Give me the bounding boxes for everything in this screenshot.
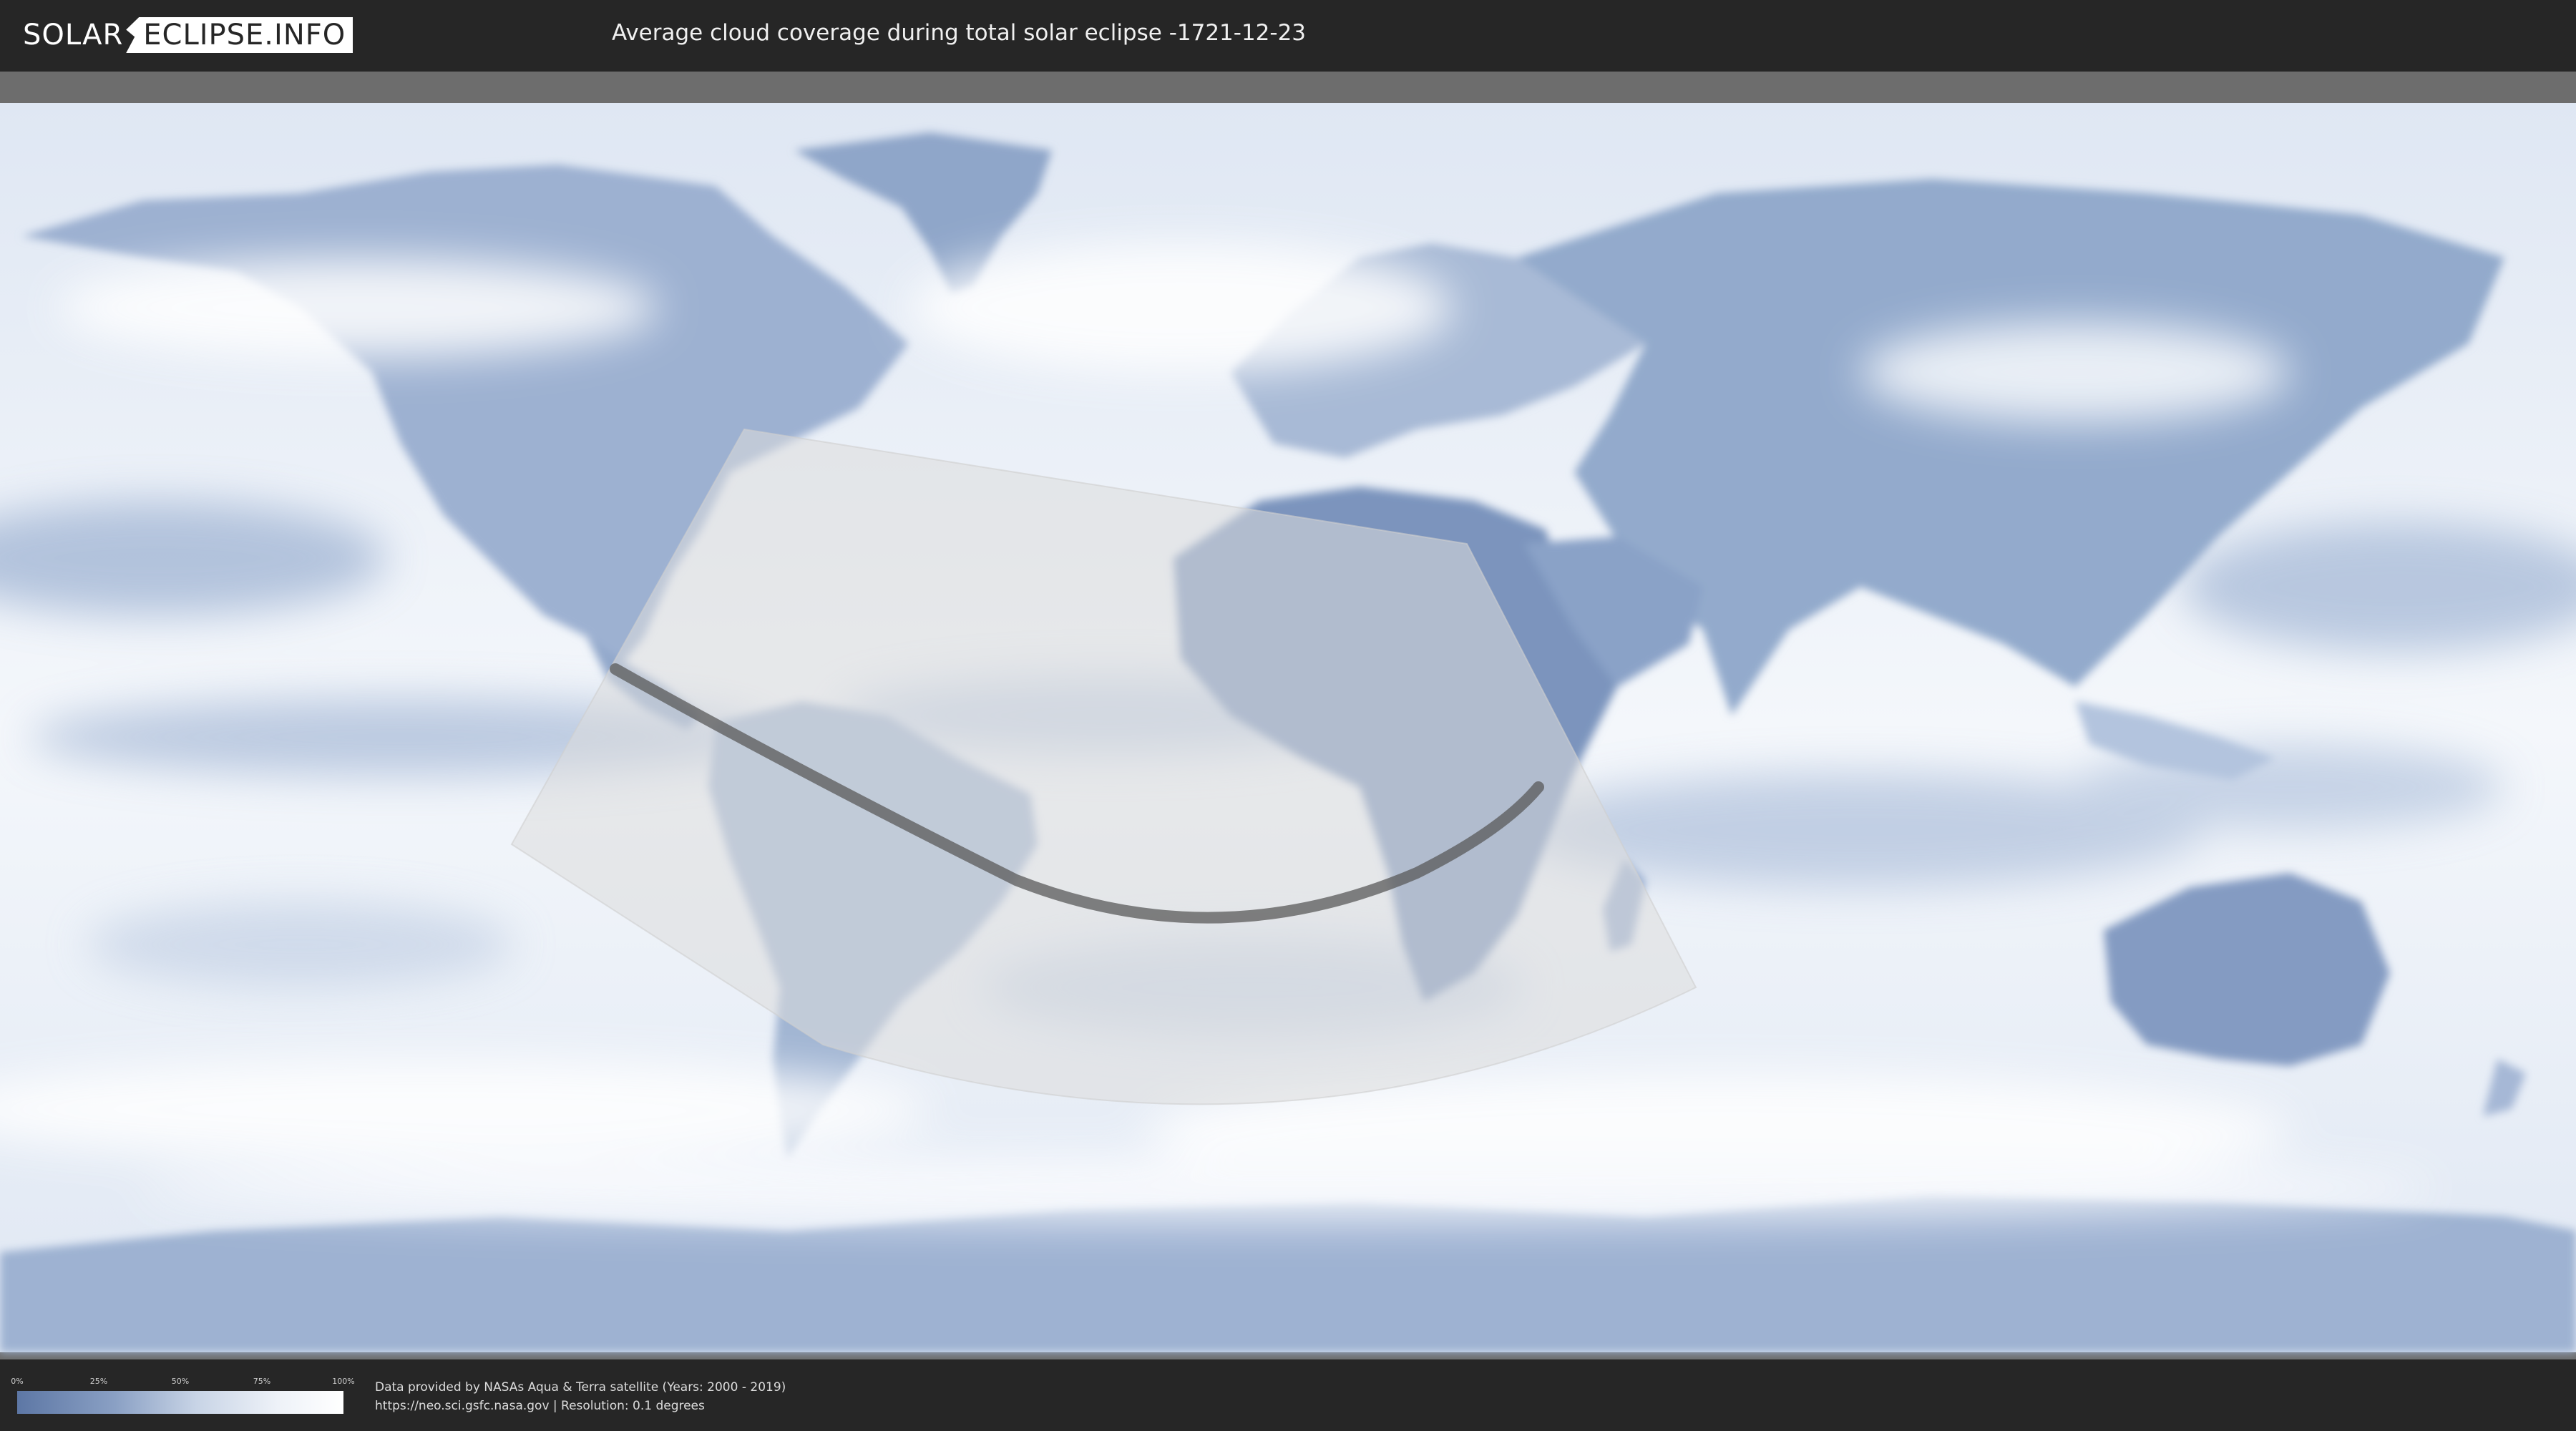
legend-tick-50: 50% [171,1377,190,1386]
legend-tick-100: 100% [332,1377,355,1386]
map-canvas [0,72,2576,1359]
cloud-coverage-legend: 0% 25% 50% 75% 100% [11,1377,355,1414]
credits-line-source: Data provided by NASAs Aqua & Terra sate… [375,1380,786,1395]
page-title: Average cloud coverage during total sola… [611,20,1307,46]
legend-tick-25: 25% [89,1377,108,1386]
map-bottom-edge [0,1352,2576,1359]
legend-tick-0: 0% [11,1377,24,1386]
header-bar: SOLAR ECLIPSE.INFO Average cloud coverag… [0,0,2576,72]
legend-color-bar [17,1391,343,1414]
footer-bar: 0% 25% 50% 75% 100% Data provided by NAS… [0,1359,2576,1431]
legend-tick-75: 75% [253,1377,271,1386]
legend-ticks: 0% 25% 50% 75% 100% [11,1377,354,1391]
data-credits: Data provided by NASAs Aqua & Terra sate… [375,1378,786,1415]
cloud-coverage-map [0,72,2576,1359]
map-top-edge [0,72,2576,103]
credits-line-url[interactable]: https://neo.sci.gsfc.nasa.gov | Resoluti… [375,1397,786,1415]
